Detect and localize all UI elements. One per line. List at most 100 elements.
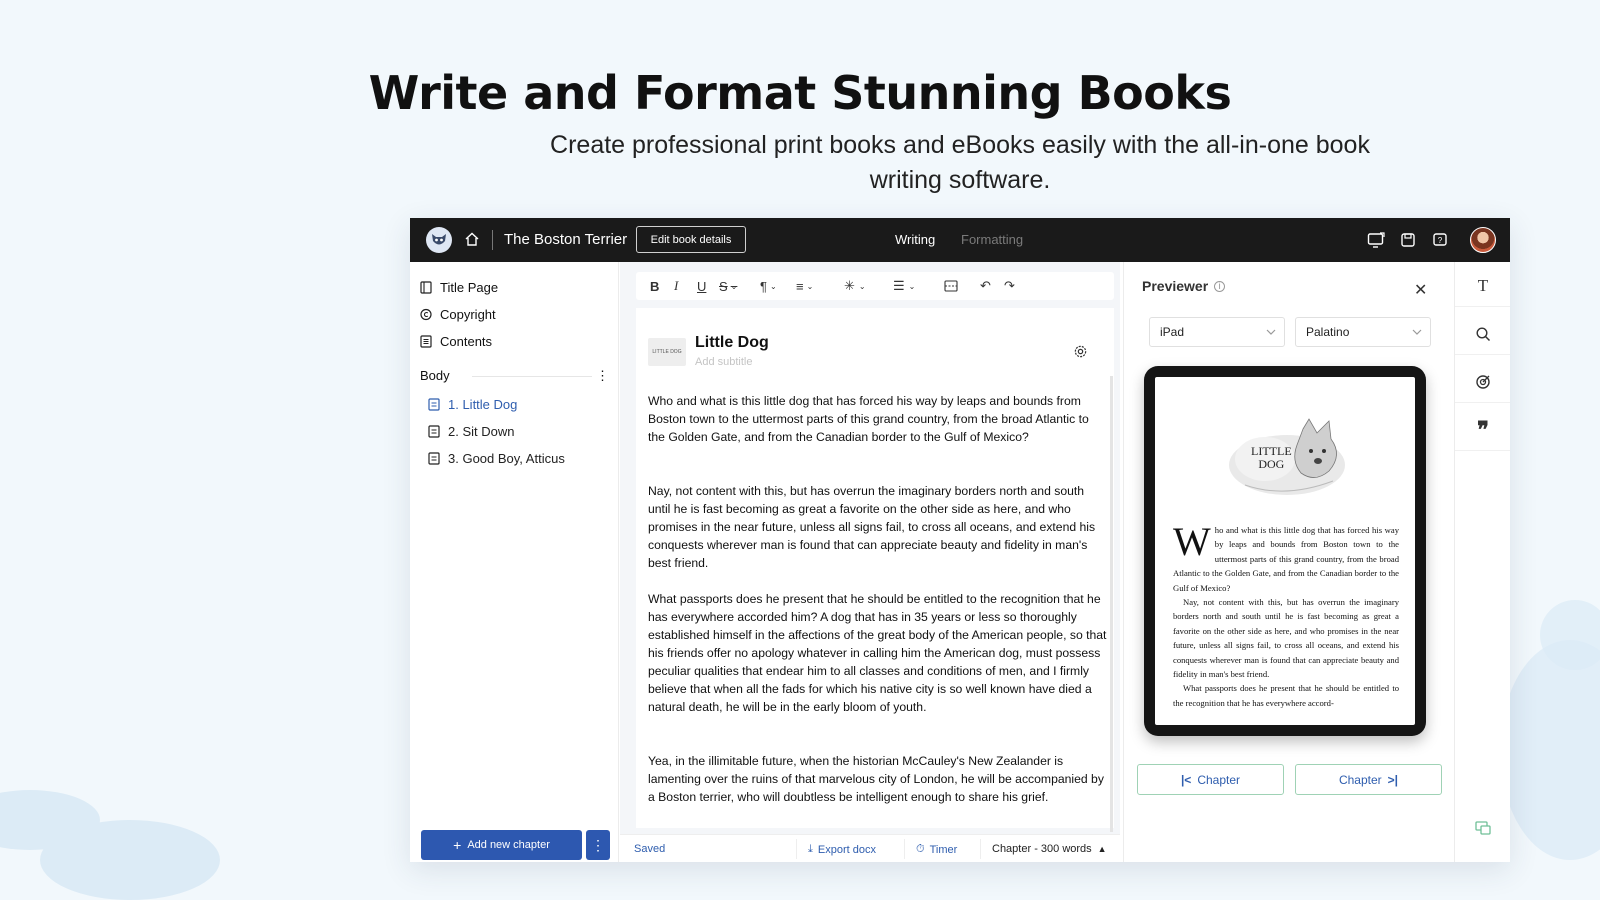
svg-text:?: ? — [1438, 236, 1443, 245]
strikethrough-icon[interactable]: S ⌄ — [719, 278, 737, 294]
paragraph-icon[interactable]: ¶ ⌄ — [760, 278, 777, 294]
book-title: The Boston Terrier — [504, 231, 628, 248]
status-separator — [980, 839, 981, 859]
asterisk-icon[interactable]: ✳ ⌄ — [844, 278, 866, 294]
sidebar-item-title-page[interactable]: Title Page — [420, 280, 498, 295]
preview-paragraph: Nay, not content with this, but has over… — [1173, 597, 1399, 680]
sidebar-item-chapter-3[interactable]: 3. Good Boy, Atticus — [428, 451, 565, 466]
chapter-title[interactable]: Little Dog — [695, 334, 769, 352]
add-new-chapter-button[interactable]: + Add new chapter — [421, 830, 582, 860]
tools-rail: T ❞ — [1454, 262, 1510, 862]
sidebar-item-chapter-2[interactable]: 2. Sit Down — [428, 424, 514, 439]
rail-divider — [1455, 306, 1510, 307]
chapter-paragraph[interactable]: Yea, in the illimitable future, when the… — [648, 752, 1108, 806]
align-icon[interactable]: ≡ ⌄ — [796, 278, 813, 294]
italic-icon[interactable]: I — [674, 278, 678, 294]
close-icon[interactable]: ✕ — [1414, 280, 1427, 300]
topbar-separator — [492, 230, 493, 250]
save-icon[interactable] — [1398, 230, 1418, 250]
sidebar-item-contents[interactable]: Contents — [420, 334, 492, 349]
formatting-toolbar: B I U S ⌄ ¶ ⌄ ≡ ⌄ ✳ ⌄ ☰ ⌄ ↶ ↷ — [636, 272, 1114, 300]
status-separator — [796, 839, 797, 859]
gear-icon[interactable] — [1073, 344, 1088, 364]
export-docx-button[interactable]: ⤓ Export docx — [808, 843, 876, 856]
art-text-line: DOG — [1258, 457, 1285, 471]
list-icon[interactable]: ☰ ⌄ — [893, 278, 915, 294]
chevron-down-icon — [1412, 329, 1422, 335]
chevron-left-icon: |< — [1180, 772, 1192, 787]
search-icon[interactable] — [1473, 324, 1493, 344]
previewer-panel: Previewer i ✕ iPad Palatino LITTLE DOG W… — [1123, 262, 1454, 862]
underline-icon[interactable]: U — [697, 278, 706, 294]
sidebar-item-label: Title Page — [440, 280, 499, 295]
chevron-down-icon — [1266, 329, 1276, 335]
chapter-paragraph[interactable]: Who and what is this little dog that has… — [648, 392, 1108, 446]
subtitle-input[interactable]: Add subtitle — [695, 356, 752, 368]
redo-icon[interactable]: ↷ — [1004, 278, 1015, 294]
chapter-sidebar: Title Page Copyright Contents Body ⋮ 1. … — [410, 262, 619, 862]
next-label: Chapter — [1338, 772, 1382, 787]
chapter-page: LITTLE DOG Little Dog Add subtitle Who a… — [636, 308, 1114, 828]
preview-paragraph: What passports does he present that he s… — [1173, 683, 1399, 708]
previous-chapter-button[interactable]: |< Chapter — [1137, 764, 1284, 795]
chapter-label: 3. Good Boy, Atticus — [448, 451, 565, 466]
title-page-icon — [420, 281, 432, 294]
ipad-preview: LITTLE DOG Who and what is this little d… — [1144, 366, 1426, 736]
chapter-label: 1. Little Dog — [448, 397, 518, 412]
sidebar-item-chapter-1[interactable]: 1. Little Dog — [428, 397, 517, 412]
status-bar: Saved ⤓ Export docx ⏱ Timer Chapter - 30… — [620, 834, 1120, 862]
home-icon[interactable] — [464, 231, 480, 252]
timer-icon: ⏱ — [916, 843, 925, 855]
chevron-right-icon: >| — [1387, 772, 1399, 787]
top-bar: The Boston Terrier Edit book details Wri… — [410, 218, 1510, 262]
sidebar-item-label: Contents — [440, 334, 493, 349]
device-value: iPad — [1160, 325, 1185, 339]
next-chapter-button[interactable]: Chapter >| — [1295, 764, 1442, 795]
chapter-paragraph[interactable]: What passports does he present that he s… — [648, 590, 1108, 716]
layout-icon[interactable] — [1473, 818, 1493, 838]
tab-writing[interactable]: Writing — [895, 232, 935, 247]
contents-icon — [420, 335, 432, 348]
app-logo-icon[interactable] — [426, 227, 452, 253]
page-break-icon[interactable] — [944, 278, 958, 294]
saved-status: Saved — [634, 843, 666, 855]
edit-book-details-button[interactable]: Edit book details — [636, 226, 746, 253]
plus-icon: + — [453, 837, 462, 853]
bold-icon[interactable]: B — [650, 278, 659, 294]
timer-button[interactable]: ⏱ Timer — [916, 843, 957, 856]
undo-icon[interactable]: ↶ — [980, 278, 991, 294]
chapter-icon — [428, 452, 440, 465]
preview-text: Who and what is this little dog that has… — [1173, 519, 1399, 710]
font-select[interactable]: Palatino — [1295, 317, 1431, 347]
quote-icon[interactable]: ❞ — [1473, 417, 1493, 442]
editor-scrollbar[interactable] — [1110, 376, 1113, 832]
copyright-icon — [420, 308, 432, 321]
body-divider — [472, 376, 592, 377]
body-more-icon[interactable]: ⋮ — [596, 368, 609, 384]
add-chapter-label: Add new chapter — [467, 839, 550, 851]
display-icon[interactable] — [1366, 230, 1386, 250]
chapter-thumbnail[interactable]: LITTLE DOG — [648, 338, 686, 366]
chapter-paragraph[interactable]: Nay, not content with this, but has over… — [648, 482, 1108, 572]
word-count-toggle[interactable]: Chapter - 300 words ▲ — [992, 843, 1107, 855]
goals-icon[interactable] — [1473, 372, 1493, 392]
font-value: Palatino — [1306, 325, 1350, 339]
status-separator — [904, 839, 905, 859]
drop-cap: W — [1173, 519, 1211, 564]
tab-formatting[interactable]: Formatting — [961, 232, 1023, 247]
hero-subtitle: Create professional print books and eBoo… — [550, 131, 1370, 194]
chapter-label: 2. Sit Down — [448, 424, 515, 439]
info-icon[interactable]: i — [1214, 280, 1226, 292]
art-text-line: LITTLE — [1251, 444, 1292, 458]
device-select[interactable]: iPad — [1149, 317, 1285, 347]
add-chapter-more-button[interactable]: ⋮ — [586, 830, 610, 860]
rail-divider — [1455, 450, 1510, 451]
user-avatar[interactable] — [1470, 227, 1496, 253]
chapter-icon — [428, 425, 440, 438]
help-icon[interactable]: ? — [1430, 230, 1450, 250]
preview-screen: LITTLE DOG Who and what is this little d… — [1155, 377, 1415, 725]
previewer-label: Previewer — [1142, 278, 1209, 294]
typography-icon[interactable]: T — [1473, 276, 1493, 296]
sidebar-item-copyright[interactable]: Copyright — [420, 307, 496, 322]
app-window: The Boston Terrier Edit book details Wri… — [410, 218, 1510, 862]
